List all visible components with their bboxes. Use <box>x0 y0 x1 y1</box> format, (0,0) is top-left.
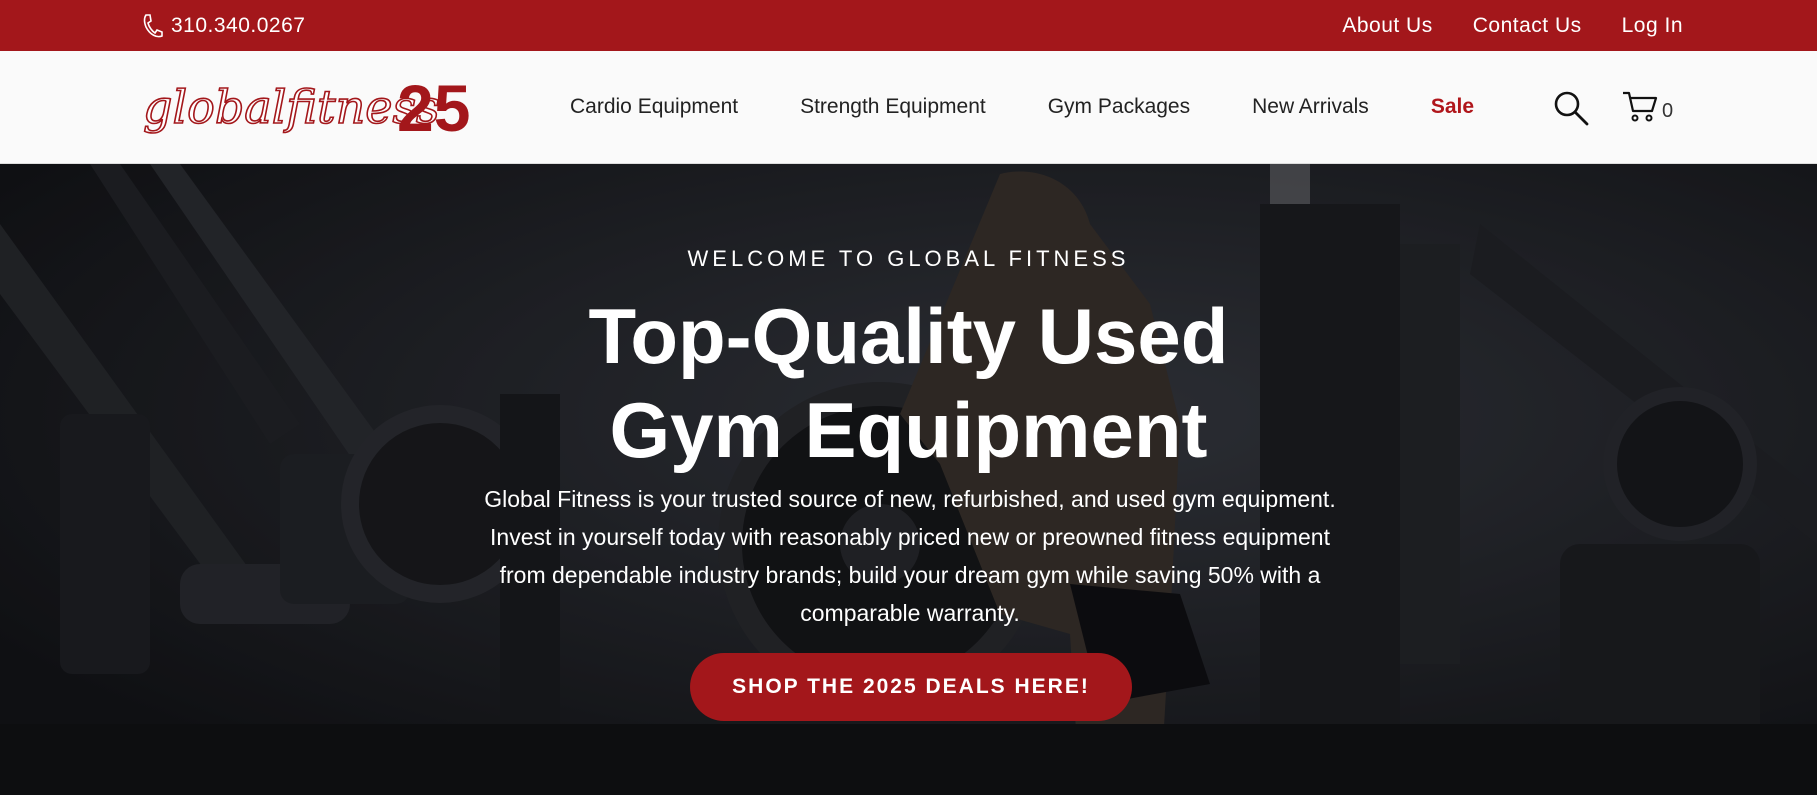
global-fitness-logo[interactable]: globalfitness 25 <box>141 71 476 143</box>
hero-content: WELCOME TO GLOBAL FITNESS Top-Quality Us… <box>0 164 1817 795</box>
search-icon[interactable] <box>1552 89 1590 127</box>
menu-cardio-equipment[interactable]: Cardio Equipment <box>570 95 738 119</box>
logo-wordmark: globalfitness <box>143 80 440 134</box>
hero-description: Global Fitness is your trusted source of… <box>484 486 1336 626</box>
menu-new-arrivals[interactable]: New Arrivals <box>1252 95 1369 119</box>
hero-eyebrow: WELCOME TO GLOBAL FITNESS <box>687 246 1130 271</box>
logo-number: 25 <box>397 71 470 143</box>
cart-button[interactable]: 0 <box>1622 89 1673 123</box>
top-links: About Us Contact Us Log In <box>1342 0 1683 51</box>
hero-headline-line-2: Gym Equipment <box>609 386 1208 474</box>
hero-headline: Top-Quality Used Gym Equipment <box>0 289 1817 477</box>
menu-gym-packages[interactable]: Gym Packages <box>1048 95 1190 119</box>
primary-menu: Cardio Equipment Strength Equipment Gym … <box>570 51 1536 163</box>
about-us-link[interactable]: About Us <box>1342 14 1432 38</box>
cart-icon <box>1623 91 1658 122</box>
hero-banner: WELCOME TO GLOBAL FITNESS Top-Quality Us… <box>0 164 1817 795</box>
contact-us-link[interactable]: Contact Us <box>1473 14 1582 38</box>
cart-count: 0 <box>1662 100 1674 122</box>
hero-headline-line-1: Top-Quality Used <box>588 292 1229 380</box>
phone-icon <box>143 13 163 37</box>
phone-contact[interactable]: 310.340.0267 <box>141 0 305 51</box>
phone-number[interactable]: 310.340.0267 <box>171 14 305 38</box>
main-nav: globalfitness 25 Cardio Equipment Streng… <box>0 51 1817 164</box>
shop-deals-button[interactable]: SHOP THE 2025 DEALS HERE! <box>690 653 1132 721</box>
top-bar: 310.340.0267 About Us Contact Us Log In <box>0 0 1817 51</box>
log-in-link[interactable]: Log In <box>1622 14 1683 38</box>
menu-strength-equipment[interactable]: Strength Equipment <box>800 95 986 119</box>
menu-sale[interactable]: Sale <box>1431 95 1474 119</box>
